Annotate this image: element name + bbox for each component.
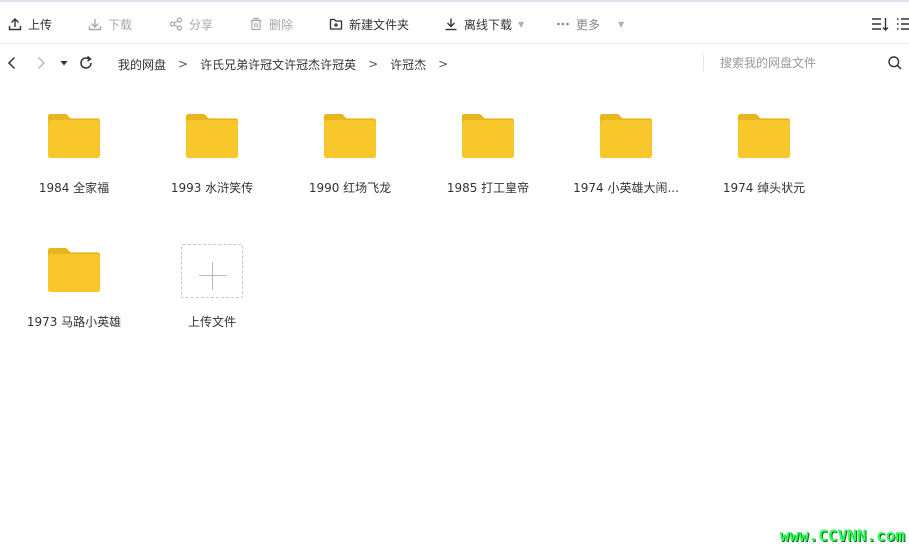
folder-icon	[737, 114, 791, 159]
toolbar: 上传 下载 分享 删除 新建文件夹 离线下载 ▼ 更多 ▼	[0, 0, 909, 44]
new-folder-label: 新建文件夹	[349, 17, 410, 32]
upload-icon	[8, 18, 22, 31]
folder-icon	[599, 114, 653, 159]
history-dropdown-icon[interactable]	[58, 55, 70, 71]
folder-name: 1984 全家福	[38, 181, 110, 194]
folder-item[interactable]: 1974 小英雄大闹...	[557, 84, 695, 194]
navigation-bar: 我的网盘 > 许氏兄弟许冠文许冠杰许冠英 > 许冠杰 >	[0, 44, 909, 84]
delete-button[interactable]: 删除	[249, 15, 293, 33]
chevron-down-icon[interactable]: ▼	[618, 20, 624, 29]
search-input[interactable]	[716, 53, 884, 73]
upload-label: 上传	[28, 17, 53, 32]
breadcrumb-item-root[interactable]: 我的网盘	[118, 56, 166, 73]
share-button[interactable]: 分享	[169, 15, 213, 33]
upload-file-tile[interactable]: 上传文件	[143, 218, 281, 328]
folder-icon	[461, 114, 515, 159]
folder-name: 1993 水浒笑传	[170, 181, 254, 194]
delete-icon	[250, 17, 262, 31]
upload-drop-zone[interactable]	[181, 244, 243, 299]
offline-download-icon	[445, 18, 457, 31]
delete-label: 删除	[269, 17, 294, 32]
folder-item[interactable]: 1984 全家福	[5, 84, 143, 194]
offline-download-button[interactable]: 离线下载 ▼	[444, 15, 524, 33]
more-icon	[557, 22, 569, 26]
download-button[interactable]: 下载	[88, 15, 132, 33]
folder-item[interactable]: 1990 红场飞龙	[281, 84, 419, 194]
download-icon	[88, 19, 102, 31]
list-view-icon[interactable]	[896, 15, 909, 33]
sort-icon[interactable]	[871, 15, 889, 33]
search-divider	[703, 55, 704, 71]
more-button[interactable]: 更多 ▼	[556, 15, 624, 33]
folder-name: 1990 红场飞龙	[308, 181, 392, 194]
breadcrumb-item-current[interactable]: 许冠杰	[390, 56, 426, 73]
breadcrumb-item-xu-brothers[interactable]: 许氏兄弟许冠文许冠杰许冠英	[200, 56, 356, 73]
folder-item[interactable]: 1993 水浒笑传	[143, 84, 281, 194]
download-label: 下载	[108, 17, 133, 32]
refresh-icon[interactable]	[78, 55, 94, 71]
breadcrumb: 我的网盘 > 许氏兄弟许冠文许冠杰许冠英 > 许冠杰 >	[118, 56, 460, 72]
breadcrumb-separator: >	[438, 57, 449, 71]
new-folder-button[interactable]: 新建文件夹	[329, 15, 409, 33]
folder-item[interactable]: 1973 马路小英雄	[5, 218, 143, 328]
folder-name: 1974 小英雄大闹...	[573, 181, 679, 194]
upload-file-label: 上传文件	[187, 315, 236, 328]
more-label: 更多	[576, 17, 601, 32]
file-grid: 1984 全家福 1993 水浒笑传 1990 红场飞龙 1985 打工皇帝 1…	[0, 84, 909, 514]
folder-name: 1974 绰头状元	[722, 181, 806, 194]
folder-icon	[185, 114, 239, 159]
new-folder-icon	[329, 18, 343, 30]
folder-name: 1985 打工皇帝	[446, 181, 530, 194]
share-label: 分享	[189, 17, 214, 32]
folder-icon	[323, 114, 377, 159]
search-icon[interactable]	[887, 55, 903, 71]
folder-item[interactable]: 1974 绰头状元	[695, 84, 833, 194]
share-icon	[169, 17, 183, 31]
folder-icon	[47, 114, 101, 159]
breadcrumb-separator: >	[368, 57, 379, 71]
folder-icon	[47, 248, 101, 293]
watermark: www.CCVNN.com	[779, 526, 905, 545]
breadcrumb-separator: >	[178, 57, 189, 71]
forward-icon[interactable]	[33, 55, 49, 71]
chevron-down-icon[interactable]: ▼	[518, 20, 524, 29]
folder-item[interactable]: 1985 打工皇帝	[419, 84, 557, 194]
upload-button[interactable]: 上传	[8, 15, 52, 33]
folder-name: 1973 马路小英雄	[26, 315, 122, 328]
offline-download-label: 离线下载	[464, 17, 513, 32]
back-icon[interactable]	[4, 55, 20, 71]
